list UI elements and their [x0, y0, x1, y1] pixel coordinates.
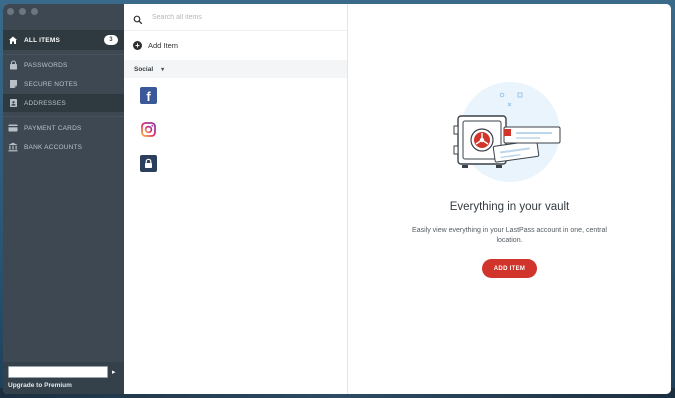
folder-label: Social	[134, 65, 154, 73]
sidebar: ALL ITEMS 3 PASSWORDS SECURE NOTES ADDRE…	[3, 4, 124, 394]
zoom-window-button[interactable]	[31, 8, 38, 15]
app-window: ALL ITEMS 3 PASSWORDS SECURE NOTES ADDRE…	[3, 4, 671, 394]
upgrade-input[interactable]	[8, 366, 108, 378]
minimize-window-button[interactable]	[19, 8, 26, 15]
sidebar-item-label: PAYMENT CARDS	[24, 124, 82, 132]
item-list-panel: + Add Item Social ▾ f	[124, 4, 348, 394]
sidebar-item-label: ADDRESSES	[24, 99, 66, 107]
sidebar-item-label: PASSWORDS	[24, 61, 68, 69]
note-icon	[8, 79, 18, 89]
facebook-icon: f	[140, 86, 157, 104]
lock-icon	[8, 60, 18, 70]
upgrade-to-premium-link[interactable]: Upgrade to Premium	[8, 382, 72, 389]
folder-header-social[interactable]: Social ▾	[124, 60, 347, 78]
add-item-label: Add Item	[148, 41, 179, 50]
plus-circle-icon: +	[133, 41, 142, 50]
search-bar	[124, 4, 347, 31]
vault-illustration	[432, 78, 572, 188]
sidebar-item-payment-cards[interactable]: PAYMENT CARDS	[3, 119, 124, 137]
sidebar-item-label: ALL ITEMS	[24, 36, 60, 44]
list-item[interactable]	[124, 112, 347, 146]
empty-state-description: Easily view everything in your LastPass …	[412, 227, 607, 245]
chevron-right-icon[interactable]: ▸	[112, 368, 116, 376]
sidebar-item-all-items[interactable]: ALL ITEMS 3	[3, 30, 124, 50]
sidebar-item-bank-accounts[interactable]: BANK ACCOUNTS	[3, 138, 124, 156]
sidebar-divider	[3, 116, 124, 117]
search-input[interactable]	[152, 13, 322, 21]
sidebar-item-addresses[interactable]: ADDRESSES	[3, 94, 124, 112]
search-icon	[133, 12, 143, 25]
credit-card-icon	[8, 123, 18, 133]
sidebar-item-passwords[interactable]: PASSWORDS	[3, 56, 124, 74]
add-item-button[interactable]: + Add Item	[124, 31, 347, 60]
sidebar-item-label: SECURE NOTES	[24, 80, 78, 88]
empty-state-title: Everything in your vault	[449, 201, 570, 213]
close-window-button[interactable]	[7, 8, 14, 15]
home-icon	[8, 35, 18, 45]
bank-icon	[8, 142, 18, 152]
add-item-cta-button[interactable]: ADD ITEM	[482, 259, 537, 278]
detail-panel: Everything in your vault Easily view eve…	[348, 4, 671, 394]
address-card-icon	[8, 98, 18, 108]
list-item[interactable]	[124, 146, 347, 180]
sidebar-item-label: BANK ACCOUNTS	[24, 143, 83, 151]
chevron-down-icon: ▾	[161, 66, 165, 73]
sidebar-divider	[3, 54, 124, 55]
lock-icon	[140, 154, 157, 172]
list-item[interactable]: f	[124, 78, 347, 112]
sidebar-item-secure-notes[interactable]: SECURE NOTES	[3, 75, 124, 93]
item-count-badge: 3	[104, 35, 118, 45]
window-controls	[7, 8, 38, 15]
sidebar-footer: ▸ Upgrade to Premium	[3, 362, 124, 394]
instagram-icon	[140, 121, 157, 138]
